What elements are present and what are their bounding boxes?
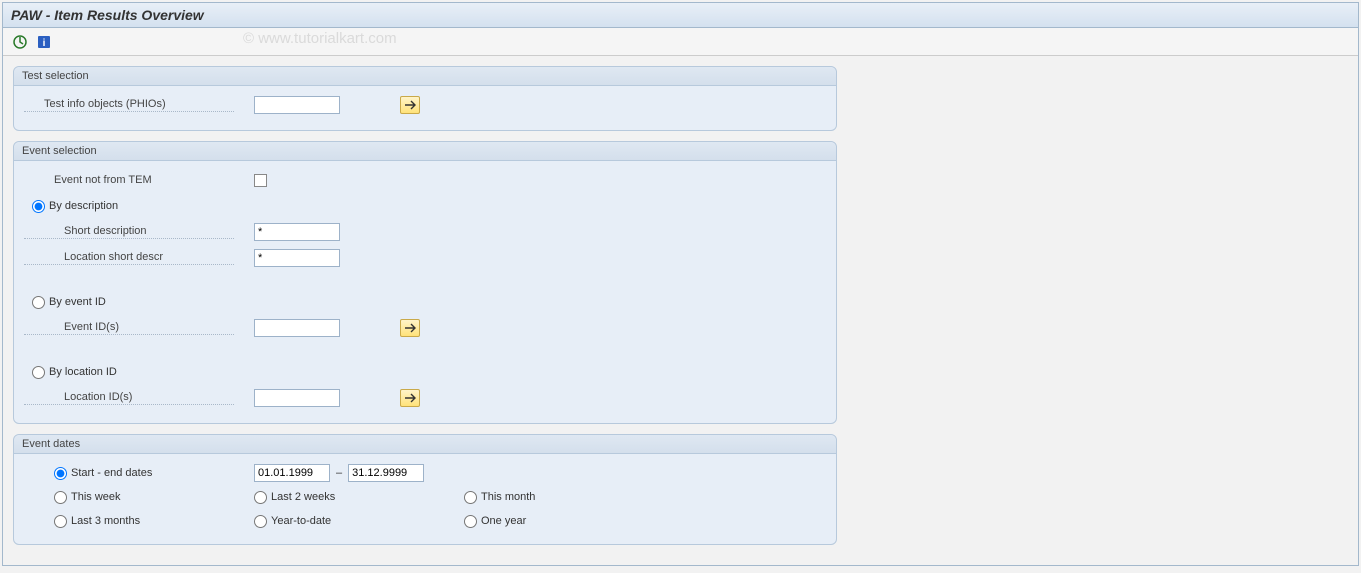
group-event-selection: Event selection Event not from TEM By de… [13, 141, 837, 424]
radio-label-this-week: This week [71, 491, 121, 503]
radio-label-last-2-weeks: Last 2 weeks [271, 491, 335, 503]
radio-label-by-event-id: By event ID [49, 296, 106, 308]
input-test-info-objects[interactable] [254, 96, 340, 114]
group-event-dates: Event dates Start - end dates – This wee… [13, 434, 837, 545]
radio-one-year[interactable]: One year [464, 515, 674, 528]
input-date-from[interactable] [254, 464, 330, 482]
input-date-to[interactable] [348, 464, 424, 482]
multiple-selection-button-location[interactable] [400, 389, 420, 407]
radio-this-month[interactable]: This month [464, 491, 674, 504]
radio-by-event-id[interactable]: By event ID [24, 296, 254, 309]
radio-last-2-weeks[interactable]: Last 2 weeks [254, 491, 464, 504]
page-title: PAW - Item Results Overview [3, 3, 1358, 28]
multiple-selection-button-event[interactable] [400, 319, 420, 337]
group-title-event-selection: Event selection [14, 142, 836, 161]
group-test-selection: Test selection Test info objects (PHIOs) [13, 66, 837, 131]
label-event-ids: Event ID(s) [24, 321, 234, 335]
input-event-ids[interactable] [254, 319, 340, 337]
radio-by-location-id[interactable]: By location ID [24, 366, 254, 379]
multiple-selection-button[interactable] [400, 96, 420, 114]
radio-label-last-3-months: Last 3 months [71, 515, 140, 527]
watermark: © www.tutorialkart.com [243, 30, 397, 47]
input-short-description[interactable] [254, 223, 340, 241]
info-icon[interactable]: i [35, 33, 53, 51]
checkbox-event-not-tem[interactable] [254, 174, 267, 187]
radio-by-description[interactable]: By description [24, 200, 254, 213]
label-location-ids: Location ID(s) [24, 391, 234, 405]
input-location-short-descr[interactable] [254, 249, 340, 267]
group-title-test-selection: Test selection [14, 67, 836, 86]
radio-label-by-location-id: By location ID [49, 366, 117, 378]
radio-label-year-to-date: Year-to-date [271, 515, 331, 527]
execute-icon[interactable] [11, 33, 29, 51]
label-location-short-descr: Location short descr [24, 251, 234, 265]
date-separator: – [336, 467, 342, 479]
radio-start-end-dates[interactable]: Start - end dates [24, 467, 254, 480]
radio-this-week[interactable]: This week [24, 491, 254, 504]
label-event-not-tem: Event not from TEM [24, 174, 234, 187]
radio-label-start-end: Start - end dates [71, 467, 152, 479]
svg-text:i: i [43, 38, 46, 49]
app-window: PAW - Item Results Overview i © www.tuto… [2, 2, 1359, 566]
input-location-ids[interactable] [254, 389, 340, 407]
radio-label-by-description: By description [49, 200, 118, 212]
radio-label-this-month: This month [481, 491, 535, 503]
group-title-event-dates: Event dates [14, 435, 836, 454]
label-short-description: Short description [24, 225, 234, 239]
radio-year-to-date[interactable]: Year-to-date [254, 515, 464, 528]
toolbar: i © www.tutorialkart.com [3, 28, 1358, 56]
content-area: Test selection Test info objects (PHIOs)… [3, 56, 1358, 565]
radio-label-one-year: One year [481, 515, 526, 527]
label-test-info-objects: Test info objects (PHIOs) [24, 98, 234, 112]
radio-last-3-months[interactable]: Last 3 months [24, 515, 254, 528]
